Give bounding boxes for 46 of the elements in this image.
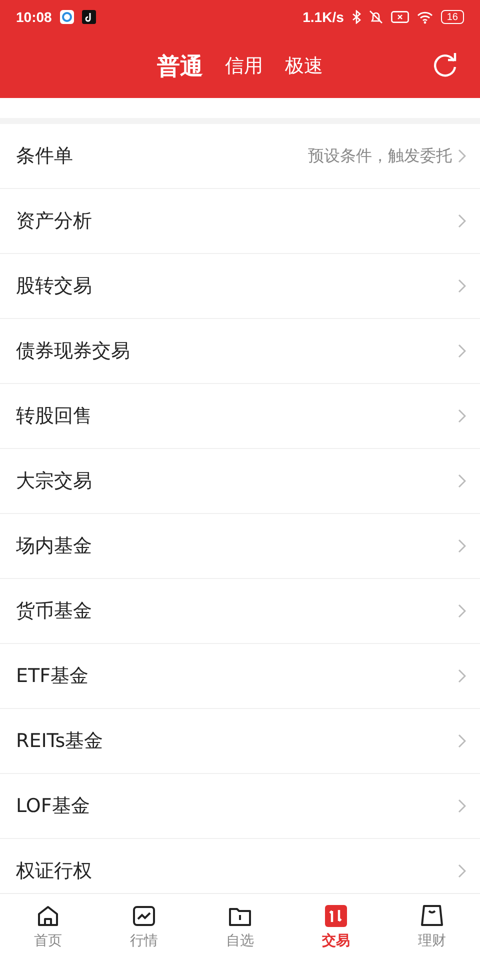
chevron-right-icon xyxy=(458,474,466,488)
menu-item[interactable]: 资产分析 xyxy=(0,189,480,254)
chevron-right-icon xyxy=(458,409,466,423)
app-icon xyxy=(82,10,96,24)
chevron-right-icon xyxy=(458,279,466,293)
home-icon xyxy=(36,904,60,928)
exchange-arrows-icon xyxy=(324,904,348,928)
menu-item[interactable]: 股转交易 xyxy=(0,254,480,319)
menu-hint: 预设条件，触发委托 xyxy=(308,146,452,166)
nav-tab[interactable]: 自选 xyxy=(192,894,288,960)
status-time: 10:08 xyxy=(16,9,52,25)
chevron-right-icon xyxy=(458,864,466,878)
nav-tab[interactable]: 行情 xyxy=(96,894,192,960)
chevron-right-icon xyxy=(458,669,466,683)
app-icon xyxy=(60,10,74,24)
mode-tab[interactable]: 信用 xyxy=(225,53,263,79)
wifi-icon xyxy=(416,10,433,24)
line-chart-icon xyxy=(132,904,156,928)
shopping-bag-icon xyxy=(420,904,444,928)
network-speed: 1.1K/s xyxy=(302,9,344,25)
menu-item[interactable]: 条件单 预设条件，触发委托 xyxy=(0,124,480,189)
chevron-right-icon xyxy=(458,214,466,228)
nav-tab[interactable]: 理财 xyxy=(384,894,480,960)
chevron-right-icon xyxy=(458,344,466,358)
nav-tab[interactable]: 交易 xyxy=(288,894,384,960)
bluetooth-icon xyxy=(352,10,361,24)
nav-tab[interactable]: 首页 xyxy=(0,894,96,960)
menu-item[interactable]: 大宗交易 xyxy=(0,449,480,514)
menu-item[interactable]: 货币基金 xyxy=(0,579,480,644)
menu-item[interactable]: LOF基金 xyxy=(0,774,480,839)
chevron-right-icon xyxy=(458,604,466,618)
chevron-right-icon xyxy=(458,539,466,553)
battery-level: 16 xyxy=(440,10,464,24)
chevron-right-icon xyxy=(458,734,466,748)
chevron-right-icon xyxy=(458,799,466,813)
mode-tab[interactable]: 极速 xyxy=(285,53,323,79)
bell-muted-icon xyxy=(368,10,383,24)
menu-item[interactable]: 债券现券交易 xyxy=(0,319,480,384)
menu-item[interactable]: REITs基金 xyxy=(0,709,480,774)
refresh-icon[interactable] xyxy=(432,52,458,78)
mode-tab[interactable]: 普通 xyxy=(157,50,203,82)
menu-item[interactable]: 场内基金 xyxy=(0,514,480,579)
chevron-right-icon xyxy=(458,149,466,163)
sim-card-icon xyxy=(390,11,409,23)
menu-item[interactable]: ETF基金 xyxy=(0,644,480,709)
menu-item[interactable]: 转股回售 xyxy=(0,384,480,449)
